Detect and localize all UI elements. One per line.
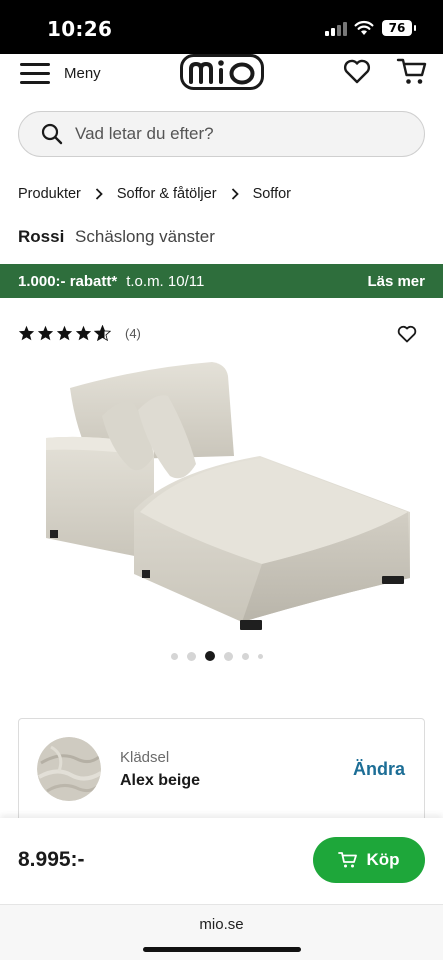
search-input[interactable] bbox=[75, 124, 395, 144]
menu-button[interactable]: Meny bbox=[20, 58, 101, 88]
buy-button-label: Köp bbox=[366, 850, 400, 869]
site-header: Meny bbox=[0, 54, 443, 94]
star-icon bbox=[18, 325, 35, 341]
review-count: (4) bbox=[125, 325, 141, 341]
search-bar[interactable] bbox=[18, 111, 425, 157]
fabric-option-card[interactable]: Klädsel Alex beige Ändra bbox=[18, 718, 425, 828]
carousel-dot[interactable] bbox=[258, 653, 263, 659]
chevron-right-icon bbox=[95, 188, 103, 200]
chevron-right-icon bbox=[231, 188, 239, 200]
promo-valid-until: t.o.m. 10/11 bbox=[126, 272, 205, 290]
buy-button[interactable]: Köp bbox=[313, 837, 425, 883]
cart-icon bbox=[338, 852, 358, 868]
add-to-wishlist-heart-icon[interactable] bbox=[397, 325, 417, 343]
product-image[interactable] bbox=[30, 352, 420, 642]
breadcrumb-item-produkter[interactable]: Produkter bbox=[18, 186, 81, 202]
star-icon bbox=[37, 325, 54, 341]
product-price: 8.995:- bbox=[18, 848, 85, 871]
menu-label: Meny bbox=[64, 64, 101, 82]
promo-read-more-link[interactable]: Läs mer bbox=[367, 273, 425, 290]
product-rating[interactable]: (4) bbox=[18, 325, 141, 341]
home-indicator bbox=[143, 947, 301, 952]
carousel-dot-active[interactable] bbox=[205, 651, 215, 661]
promo-discount: 1.000:- rabatt* bbox=[18, 272, 118, 290]
rating-stars bbox=[18, 325, 113, 341]
url-text[interactable]: mio.se bbox=[0, 916, 443, 933]
fabric-swatch bbox=[37, 737, 101, 801]
product-name: Schäslong vänster bbox=[75, 227, 215, 246]
battery-icon: 76 bbox=[382, 20, 416, 36]
carousel-dots bbox=[171, 651, 272, 661]
browser-url-bar[interactable]: mio.se bbox=[0, 904, 443, 960]
search-icon bbox=[41, 123, 63, 145]
cellular-signal-icon bbox=[325, 22, 347, 36]
change-fabric-link[interactable]: Ändra bbox=[353, 759, 405, 780]
star-icon bbox=[56, 325, 73, 341]
carousel-dot[interactable] bbox=[242, 652, 249, 660]
wishlist-heart-icon[interactable] bbox=[343, 58, 371, 84]
star-icon bbox=[75, 325, 92, 341]
buy-bar: 8.995:- Köp bbox=[0, 818, 443, 904]
star-half-icon bbox=[94, 325, 111, 341]
product-brand: Rossi bbox=[18, 227, 65, 246]
cart-icon[interactable] bbox=[396, 56, 428, 86]
mio-logo[interactable] bbox=[180, 54, 264, 90]
option-label: Klädsel bbox=[120, 749, 170, 766]
status-bar: 10:26 76 bbox=[0, 0, 443, 54]
hamburger-icon bbox=[20, 62, 52, 84]
promo-banner: 1.000:- rabatt* t.o.m. 10/11 Läs mer bbox=[0, 264, 443, 298]
product-title: Rossi Schäslong vänster bbox=[18, 227, 215, 247]
breadcrumb: Produkter Soffor & fåtöljer Soffor bbox=[18, 186, 291, 202]
carousel-dot[interactable] bbox=[171, 652, 178, 660]
carousel-dot[interactable] bbox=[224, 651, 233, 661]
option-value: Alex beige bbox=[120, 772, 201, 789]
breadcrumb-item-soffor-fatoljer[interactable]: Soffor & fåtöljer bbox=[117, 186, 217, 202]
breadcrumb-item-soffor[interactable]: Soffor bbox=[253, 186, 291, 202]
wifi-icon bbox=[354, 20, 374, 35]
status-time: 10:26 bbox=[47, 17, 113, 41]
carousel-dot[interactable] bbox=[187, 651, 196, 661]
